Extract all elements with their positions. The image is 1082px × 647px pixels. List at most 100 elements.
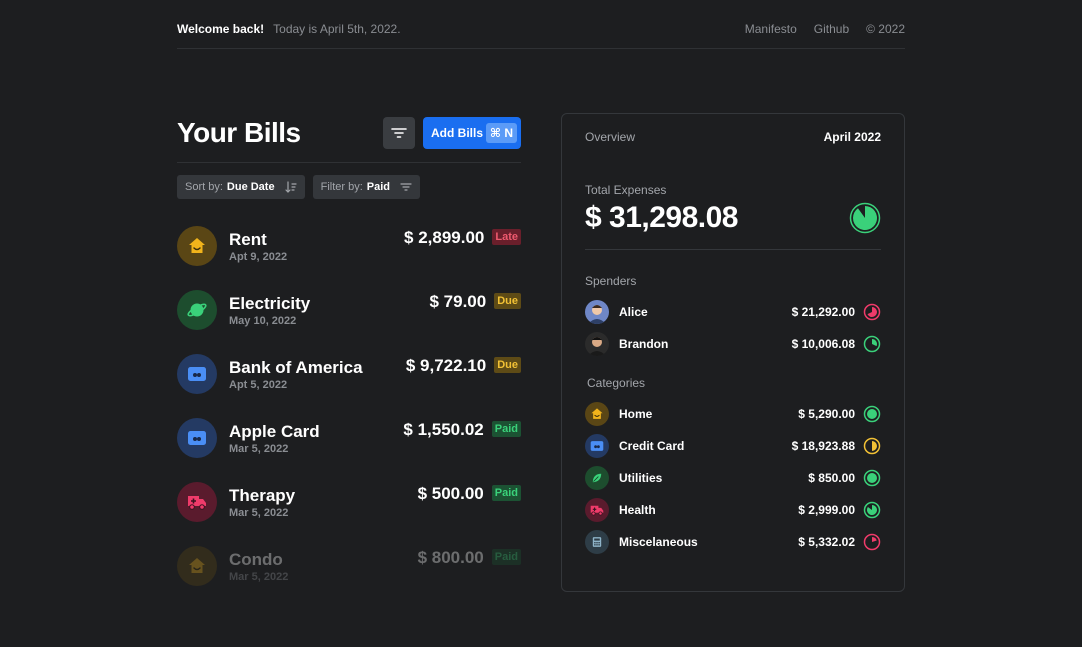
bill-amount: $ 1,550.02 [403,420,484,439]
bill-icon-circle [177,354,217,394]
bill-icon-circle [177,546,217,586]
ambulance-icon [590,504,604,517]
category-pie-icon [863,405,881,423]
spender-row[interactable]: Alice $ 21,292.00 [585,300,881,324]
spender-amount: $ 10,006.08 [791,337,855,351]
bill-amount: $ 2,899.00 [404,228,485,247]
category-row[interactable]: Miscelaneous $ 5,332.02 [585,530,881,554]
bill-name: Rent [229,229,267,249]
sort-icon [284,181,297,193]
category-icon-circle [585,530,609,554]
bill-amount: $ 500.00 [417,484,484,503]
status-badge: Due [494,293,521,309]
card-icon [187,430,207,446]
category-name: Home [619,407,653,421]
category-row[interactable]: Home $ 5,290.00 [585,402,881,426]
overview-period[interactable]: April 2022 [824,130,881,144]
bill-amount: $ 800.00 [417,548,484,567]
bill-row[interactable]: Therapy Mar 5, 2022 $ 500.00 Paid [177,482,521,522]
avatar [585,332,609,356]
sort-value: Due Date [226,181,275,193]
add-bills-label: Add Bills [431,125,484,140]
category-row[interactable]: Credit Card $ 18,923.88 [585,434,881,458]
category-amount: $ 5,332.02 [798,535,855,549]
bill-row[interactable]: Condo Mar 5, 2022 $ 800.00 Paid [177,546,521,586]
category-row[interactable]: Utilities $ 850.00 [585,466,881,490]
bill-icon-circle [177,482,217,522]
categories-label: Categories [587,376,646,390]
leaf-icon [591,472,602,483]
spender-row[interactable]: Brandon $ 10,006.08 [585,332,881,356]
manifesto-link[interactable]: Manifesto [745,22,797,48]
bill-name: Bank of America [229,357,363,377]
filter-dropdown[interactable]: Filter by: Paid [312,175,421,199]
filter-key: Filter by: [320,181,363,193]
overview-panel: Overview April 2022 Total Expenses $ 31,… [561,113,905,592]
category-icon-circle [585,498,609,522]
copyright-text: © 2022 [866,22,905,36]
bill-list: Rent Apt 9, 2022 $ 2,899.00 Late Electri… [177,226,521,586]
add-bills-button[interactable]: Add Bills ⌘ N [423,116,521,149]
ambulance-icon [187,493,207,511]
bill-name: Apple Card [229,421,320,441]
category-amount: $ 850.00 [808,471,855,485]
category-icon-circle [585,434,609,458]
page-title: Your Bills [177,116,301,148]
top-bar: Welcome back! Today is April 5th, 2022. … [177,22,905,49]
status-badge: Due [494,357,521,373]
total-expenses-label: Total Expenses [585,183,667,197]
bill-amount: $ 79.00 [429,292,487,311]
overview-title: Overview [585,130,636,144]
house-icon [590,407,604,421]
avatar [585,300,609,324]
bill-row[interactable]: Bank of America Apt 5, 2022 $ 9,722.10 D… [177,354,521,394]
house-icon [187,556,207,576]
category-pie-icon [863,501,881,519]
spenders-label: Spenders [585,274,637,288]
bill-icon-circle [177,418,217,458]
bill-date: Apt 9, 2022 [229,250,288,263]
status-badge: Paid [491,549,521,565]
category-name: Miscelaneous [619,535,698,549]
bill-row[interactable]: Rent Apt 9, 2022 $ 2,899.00 Late [177,226,521,266]
bill-name: Electricity [229,293,311,313]
spender-amount: $ 21,292.00 [791,305,855,319]
category-pie-icon [863,469,881,487]
total-expenses-value: $ 31,298.08 [585,201,738,234]
status-badge: Paid [491,421,521,437]
bill-date: May 10, 2022 [229,314,297,327]
bill-row[interactable]: Apple Card Mar 5, 2022 $ 1,550.02 Paid [177,418,521,458]
category-amount: $ 2,999.00 [798,503,855,517]
bill-row[interactable]: Electricity May 10, 2022 $ 79.00 Due [177,290,521,330]
bill-icon-circle [177,226,217,266]
filter-button[interactable] [383,116,415,149]
filter-value: Paid [366,181,391,193]
category-row[interactable]: Health $ 2,999.00 [585,498,881,522]
planet-icon [186,299,208,321]
calculator-icon [592,536,602,547]
bill-date: Mar 5, 2022 [229,506,289,519]
spender-list: Alice $ 21,292.00 Brandon $ 10,006.08 [585,300,881,356]
total-pie-icon [849,202,881,234]
house-icon [187,236,207,256]
today-text: Today is April 5th, 2022. [273,22,401,36]
bill-name: Condo [229,549,283,569]
category-pie-icon [863,533,881,551]
category-amount: $ 5,290.00 [798,407,855,421]
bill-name: Therapy [229,485,296,505]
bill-date: Mar 5, 2022 [229,570,289,583]
spender-pie-icon [863,335,881,353]
status-badge: Late [492,229,521,245]
welcome-text: Welcome back! [177,22,265,36]
sort-dropdown[interactable]: Sort by: Due Date [177,175,305,199]
filter-icon [391,127,407,138]
card-icon [187,366,207,382]
bill-date: Mar 5, 2022 [229,442,289,455]
category-pie-icon [863,437,881,455]
github-link[interactable]: Github [814,22,849,48]
bill-date: Apt 5, 2022 [229,378,288,391]
bills-panel: Your Bills Add Bills ⌘ N Sort by: Due Da… [177,112,521,610]
category-name: Health [619,503,656,517]
category-name: Credit Card [619,439,685,453]
card-icon [590,440,604,451]
